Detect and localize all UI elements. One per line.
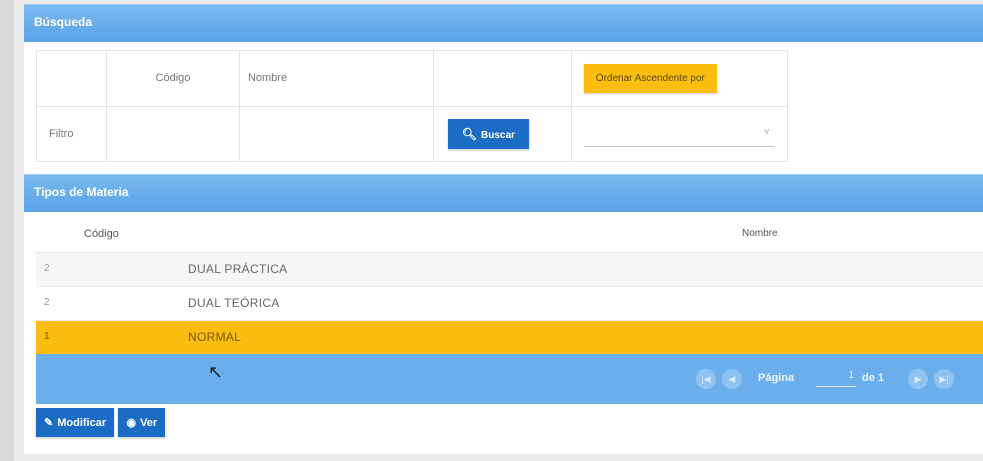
order-select-cell: v [570,105,789,162]
row-code: 2 [44,263,50,274]
action-buttons: ✎ Modificar ◉ Ver [36,408,166,437]
pencil-icon: ✎ [44,417,54,429]
codigo-column-label: Código [106,50,240,107]
order-cell: Ordenar Ascendente por [570,50,789,107]
page-label: Página [758,372,795,384]
main-frame: Búsqueda Código Nombre Ordenar Ascendent… [24,4,983,454]
search-button-cell: 🔍︎ Buscar [432,105,572,162]
search-button-label: Buscar [481,129,515,141]
left-edge [0,0,14,461]
grid-header-codigo[interactable]: Código [84,228,119,240]
table-row[interactable]: 2 DUAL PRÁCTICA [36,253,983,287]
search-icon: 🔍︎ [461,126,478,141]
page-of-label: de 1 [862,372,885,384]
table-row[interactable]: 2 DUAL TEÓRICA [36,287,983,321]
order-select[interactable]: v [583,120,775,148]
materia-grid: Código Nombre 2 DUAL PRÁCTICA 2 DUAL TEÓ… [36,218,983,404]
row-code: 1 [44,331,50,342]
grid-panel-header: Tipos de Materia [24,174,983,212]
row-name: NORMAL [188,330,242,344]
search-panel-title: Búsqueda [34,15,93,29]
search-corner-cell [35,50,108,107]
search-panel-header: Búsqueda [24,4,983,42]
filter-label: Filtro [35,105,108,162]
modify-button-label: Modificar [57,417,107,429]
row-name: DUAL TEÓRICA [188,296,280,310]
nombre-column-label: Nombre [238,50,434,107]
view-button[interactable]: ◉ Ver [118,408,166,437]
table-row-selected[interactable]: 1 NORMAL [36,321,983,354]
search-table: Código Nombre Ordenar Ascendente por Fil… [35,50,789,162]
chevron-down-icon: v [764,126,770,137]
codigo-filter-input[interactable] [106,105,240,162]
grid-header: Código Nombre [36,218,983,253]
order-ascending-button[interactable]: Ordenar Ascendente por [583,63,717,93]
first-page-icon[interactable]: |◀ [696,369,716,389]
grid-panel-title: Tipos de Materia [34,185,129,199]
mouse-cursor-icon: ↖ [208,362,224,382]
view-button-label: Ver [140,417,158,429]
search-blank-cell [432,50,572,107]
row-name: DUAL PRÁCTICA [188,262,288,276]
last-page-icon[interactable]: ▶| [934,369,954,389]
row-code: 2 [44,297,50,308]
nombre-filter-input[interactable] [238,105,434,162]
pager-bar: ↖ |◀ ◀ Página 1 de 1 ▶ ▶| [36,354,983,404]
prev-page-icon[interactable]: ◀ [722,369,742,389]
modify-button[interactable]: ✎ Modificar [36,408,115,437]
page-number-input[interactable]: 1 [816,370,856,387]
grid-header-nombre[interactable]: Nombre [742,228,778,239]
next-page-icon[interactable]: ▶ [908,369,928,389]
search-button[interactable]: 🔍︎ Buscar [447,118,529,149]
eye-icon: ◉ [126,417,137,429]
